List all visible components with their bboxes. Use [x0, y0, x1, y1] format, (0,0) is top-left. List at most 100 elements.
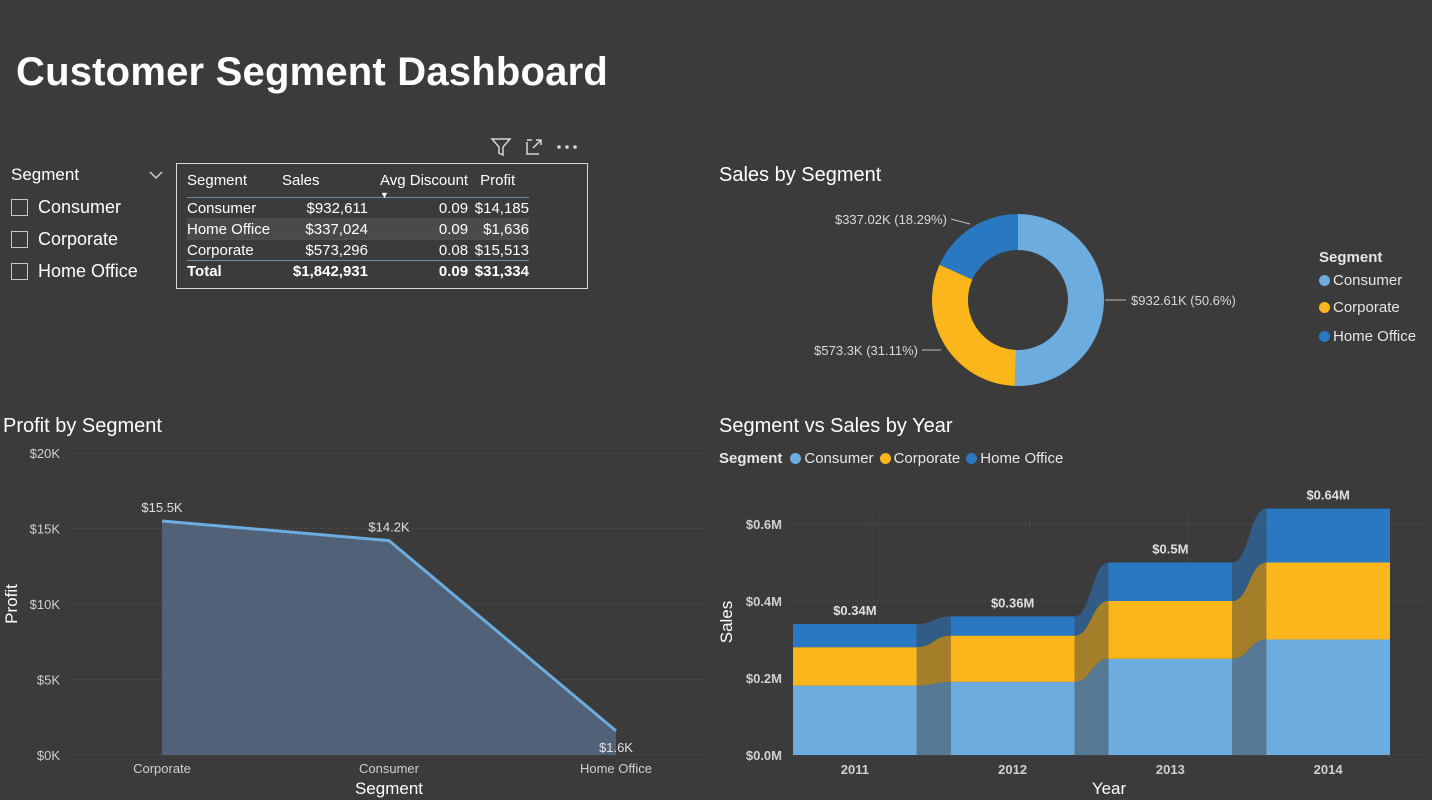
ribbon-consumer: [916, 681, 951, 755]
x-tick-label: 2013: [1156, 762, 1185, 777]
donut-slice-corporate: [932, 264, 1017, 386]
donut-slice-consumer: [1014, 214, 1105, 386]
checkbox[interactable]: [11, 198, 28, 216]
x-tick-label: 2012: [998, 762, 1027, 777]
table-cell: 0.09: [368, 197, 469, 219]
y-axis-title: Profit: [2, 584, 21, 624]
data-label: $15.5K: [141, 500, 183, 515]
bar-segment-home-office: [793, 624, 917, 648]
slicer-item-label: Consumer: [38, 196, 122, 217]
column-header-segment[interactable]: Segment: [187, 168, 282, 198]
legend-marker: [1319, 302, 1330, 313]
x-tick-label: 2014: [1314, 762, 1344, 777]
x-tick-label: Corporate: [133, 761, 191, 776]
slicer-item-label: Corporate: [38, 228, 119, 249]
y-tick-label: $20K: [30, 446, 61, 461]
legend-label: Home Office: [1333, 328, 1417, 345]
slicer-header[interactable]: Segment: [11, 163, 163, 187]
table-cell: $1,636: [468, 218, 529, 240]
table-cell: Home Office: [187, 218, 282, 240]
table-row[interactable]: Corporate $573,296 0.08 $15,513: [187, 239, 529, 261]
y-tick-label: $10K: [30, 597, 61, 612]
y-tick-label: $15K: [30, 522, 61, 537]
donut-chart-title: Sales by Segment: [719, 164, 882, 186]
legend-marker: [1319, 275, 1330, 286]
column-header-profit[interactable]: Profit: [468, 168, 529, 198]
legend-marker: [879, 453, 891, 464]
table-cell: $14,185: [468, 197, 529, 219]
slicer-item-home-office[interactable]: Home Office: [11, 255, 163, 287]
bar-segment-consumer: [1266, 639, 1390, 755]
focus-mode-icon[interactable]: [524, 137, 544, 157]
total-data-label: $0.34M: [833, 603, 876, 618]
table-row[interactable]: Consumer $932,611 0.09 $14,185: [187, 197, 529, 219]
bar-segment-corporate: [1108, 601, 1233, 659]
table-row[interactable]: Home Office $337,024 0.09 $1,636: [187, 218, 529, 240]
ribbon-legend: Segment Consumer Corporate Home Office: [719, 450, 1063, 467]
x-tick-label: 2011: [841, 762, 869, 777]
y-tick-label: $0.2M: [746, 671, 782, 686]
segment-table: Segment Sales Avg Discount ▼ Profit Consu…: [187, 168, 529, 281]
area-fill: [162, 520, 616, 755]
column-header-avg-discount[interactable]: Avg Discount ▼: [368, 168, 469, 200]
sort-descending-icon: ▼: [380, 190, 389, 200]
page-title: Customer Segment Dashboard: [16, 50, 608, 94]
y-tick-label: $5K: [37, 673, 60, 688]
segment-table-visual: Segment Sales Avg Discount ▼ Profit Consu…: [176, 163, 588, 289]
legend-label: Home Office: [980, 450, 1064, 467]
data-label: $14.2K: [368, 520, 410, 535]
more-options-icon[interactable]: [556, 137, 578, 157]
y-tick-label: $0.4M: [746, 594, 782, 609]
data-label: $1.6K: [599, 740, 633, 755]
bar-segment-corporate: [1266, 562, 1390, 640]
y-tick-label: $0K: [37, 748, 60, 763]
bar-segment-home-office: [1108, 562, 1233, 601]
profit-by-segment-area-chart: $0K $5K $10K $15K $20K $15.5K Corporate $14.2K C…: [2, 446, 706, 798]
bar-segment-home-office: [950, 616, 1075, 636]
legend-marker: [1319, 331, 1330, 342]
checkbox[interactable]: [11, 230, 28, 248]
checkbox[interactable]: [11, 262, 28, 280]
table-cell: Corporate: [187, 239, 282, 261]
column-header-label: Avg Discount: [380, 172, 469, 189]
total-data-label: $0.36M: [991, 595, 1034, 610]
legend-item-corporate[interactable]: Corporate: [879, 450, 960, 467]
table-cell: $15,513: [468, 239, 529, 261]
bar-segment-home-office: [1266, 508, 1390, 563]
legend-item-consumer[interactable]: Consumer: [1319, 272, 1402, 289]
table-cell: 0.08: [368, 239, 469, 261]
table-cell: $932,611: [282, 197, 368, 219]
legend-item-consumer[interactable]: Consumer: [790, 450, 874, 467]
filter-icon[interactable]: [490, 137, 512, 157]
slicer-item-consumer[interactable]: Consumer: [11, 191, 163, 223]
bar-segment-consumer: [793, 685, 917, 755]
y-tick-label: $0.6M: [746, 517, 782, 532]
segment-vs-sales-ribbon-chart: $0.0M $0.2M $0.4M $0.6M $0.34M 2011 $0.36M 2012…: [717, 488, 1424, 798]
donut-leader-line: [950, 218, 971, 225]
legend-item-home-office[interactable]: Home Office: [1319, 328, 1416, 345]
legend-item-home-office[interactable]: Home Office: [966, 450, 1063, 467]
chevron-down-icon[interactable]: [149, 170, 163, 180]
total-data-label: $0.5M: [1152, 542, 1188, 557]
legend-label: Consumer: [1333, 272, 1403, 289]
bar-segment-corporate: [950, 635, 1075, 682]
legend-item-corporate[interactable]: Corporate: [1319, 299, 1400, 316]
column-header-sales[interactable]: Sales: [282, 168, 368, 198]
y-axis-title: Sales: [717, 601, 736, 644]
table-cell: $1,842,931: [282, 260, 368, 281]
table-cell: 0.09: [368, 260, 469, 281]
ribbon-legend-title: Segment: [719, 450, 783, 467]
table-cell: $573,296: [282, 239, 368, 261]
table-cell: Total: [187, 260, 282, 281]
table-cell: 0.09: [368, 218, 469, 240]
legend-marker: [790, 453, 802, 464]
bar-segment-consumer: [950, 681, 1075, 755]
x-tick-label: Home Office: [580, 761, 652, 776]
slicer-item-corporate[interactable]: Corporate: [11, 223, 163, 255]
x-axis-title: Segment: [355, 779, 423, 798]
legend-label: Consumer: [804, 450, 874, 467]
legend-label: Corporate: [1333, 299, 1400, 316]
legend-marker: [966, 453, 978, 464]
donut-data-label: $573.3K (31.11%): [814, 343, 918, 358]
donut-data-label: $932.61K (50.6%): [1131, 293, 1236, 308]
